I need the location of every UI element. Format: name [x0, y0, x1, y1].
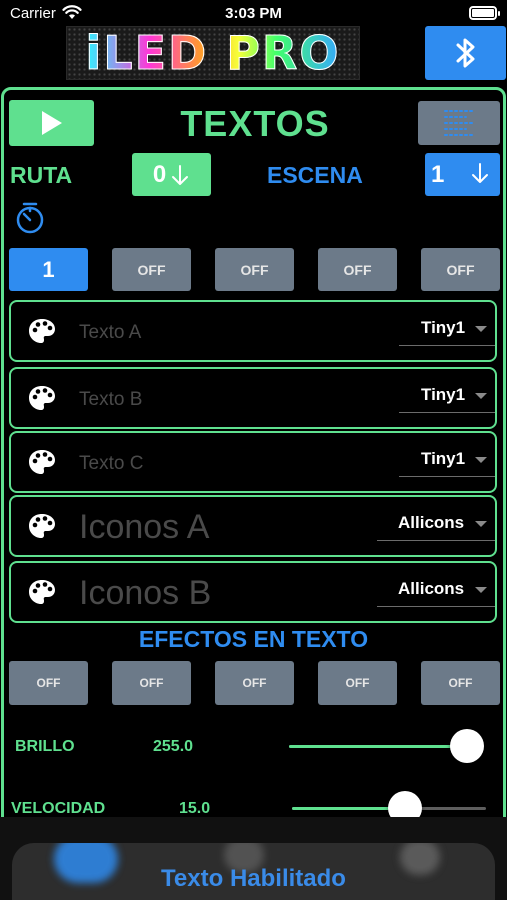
brillo-slider-fill [289, 745, 467, 748]
slot-button-5[interactable]: OFF [421, 248, 500, 291]
main-panel [1, 87, 506, 900]
dropdown-arrow-icon [475, 521, 487, 527]
brillo-label: BRILLO [15, 738, 75, 755]
play-button[interactable] [9, 100, 94, 146]
brillo-slider-track[interactable] [289, 745, 467, 748]
palette-icon[interactable] [28, 579, 56, 605]
brillo-value: 255.0 [153, 738, 194, 755]
palette-icon[interactable] [28, 449, 56, 475]
text-field-b[interactable]: Texto B Tiny1 [9, 367, 497, 429]
arrow-down-icon [472, 163, 488, 183]
effect-button-4[interactable]: OFF [318, 661, 397, 705]
icons-input-placeholder: Iconos A [79, 508, 210, 546]
dropdown-arrow-icon [475, 326, 487, 332]
text-input-placeholder: Texto C [79, 453, 144, 474]
slot-button-1[interactable]: 1 [9, 248, 88, 291]
brillo-slider-thumb[interactable] [450, 729, 484, 763]
text-input-placeholder: Texto B [79, 389, 143, 410]
text-field-a[interactable]: Texto A Tiny1 [9, 300, 497, 362]
font-dropdown[interactable]: Allicons [377, 513, 495, 541]
effect-button-3[interactable]: OFF [215, 661, 294, 705]
font-name: Tiny1 [421, 449, 466, 468]
timer-icon[interactable] [13, 202, 47, 236]
palette-icon[interactable] [28, 318, 56, 344]
slot-button-4[interactable]: OFF [318, 248, 397, 291]
status-bar: Carrier 3:03 PM [0, 0, 507, 28]
dropdown-arrow-icon [475, 457, 487, 463]
effect-button-5[interactable]: OFF [421, 661, 500, 705]
logo-text: iLED PRO [85, 26, 341, 80]
escena-selector[interactable]: 1 [425, 153, 500, 196]
icons-field-a[interactable]: Iconos A Allicons [9, 495, 497, 557]
icons-field-b[interactable]: Iconos B Allicons [9, 561, 497, 623]
icons-input-placeholder: Iconos B [79, 574, 212, 612]
ruta-selector[interactable]: 0 [132, 153, 211, 196]
font-dropdown[interactable]: Tiny1 [399, 449, 495, 477]
bluetooth-icon [456, 38, 474, 68]
velocidad-label: VELOCIDAD [11, 800, 106, 817]
effect-button-2[interactable]: OFF [112, 661, 191, 705]
app-logo: iLED PRO [66, 26, 360, 80]
bluetooth-button[interactable] [425, 26, 506, 80]
list-button[interactable] [418, 101, 500, 145]
font-name: Tiny1 [421, 318, 466, 337]
font-dropdown[interactable]: Allicons [377, 579, 495, 607]
palette-icon[interactable] [28, 385, 56, 411]
ruta-label: RUTA [10, 162, 73, 188]
palette-icon[interactable] [28, 513, 56, 539]
escena-label: ESCENA [267, 162, 363, 188]
font-dropdown[interactable]: Tiny1 [399, 318, 495, 346]
dropdown-arrow-icon [475, 587, 487, 593]
font-name: Allicons [398, 579, 465, 598]
dropdown-arrow-icon [475, 393, 487, 399]
battery-icon [469, 6, 500, 20]
font-dropdown[interactable]: Tiny1 [399, 385, 495, 413]
text-input-placeholder: Texto A [79, 322, 142, 343]
escena-value: 1 [431, 161, 445, 188]
font-name: Tiny1 [421, 385, 466, 404]
toast-notification: Texto Habilitado [12, 843, 495, 900]
clock: 3:03 PM [225, 5, 282, 22]
ruta-value: 0 [152, 160, 167, 188]
toast-message: Texto Habilitado [161, 865, 346, 892]
arrow-down-icon [172, 164, 189, 185]
play-icon [41, 111, 62, 135]
text-field-c[interactable]: Texto C Tiny1 [9, 431, 497, 493]
slot-button-2[interactable]: OFF [112, 248, 191, 291]
velocidad-value: 15.0 [179, 800, 211, 817]
font-name: Allicons [398, 513, 465, 532]
effects-title: EFECTOS EN TEXTO [138, 626, 369, 652]
effect-button-1[interactable]: OFF [9, 661, 88, 705]
page-title: TEXTOS [180, 103, 330, 144]
slot-button-3[interactable]: OFF [215, 248, 294, 291]
list-icon [444, 110, 474, 136]
